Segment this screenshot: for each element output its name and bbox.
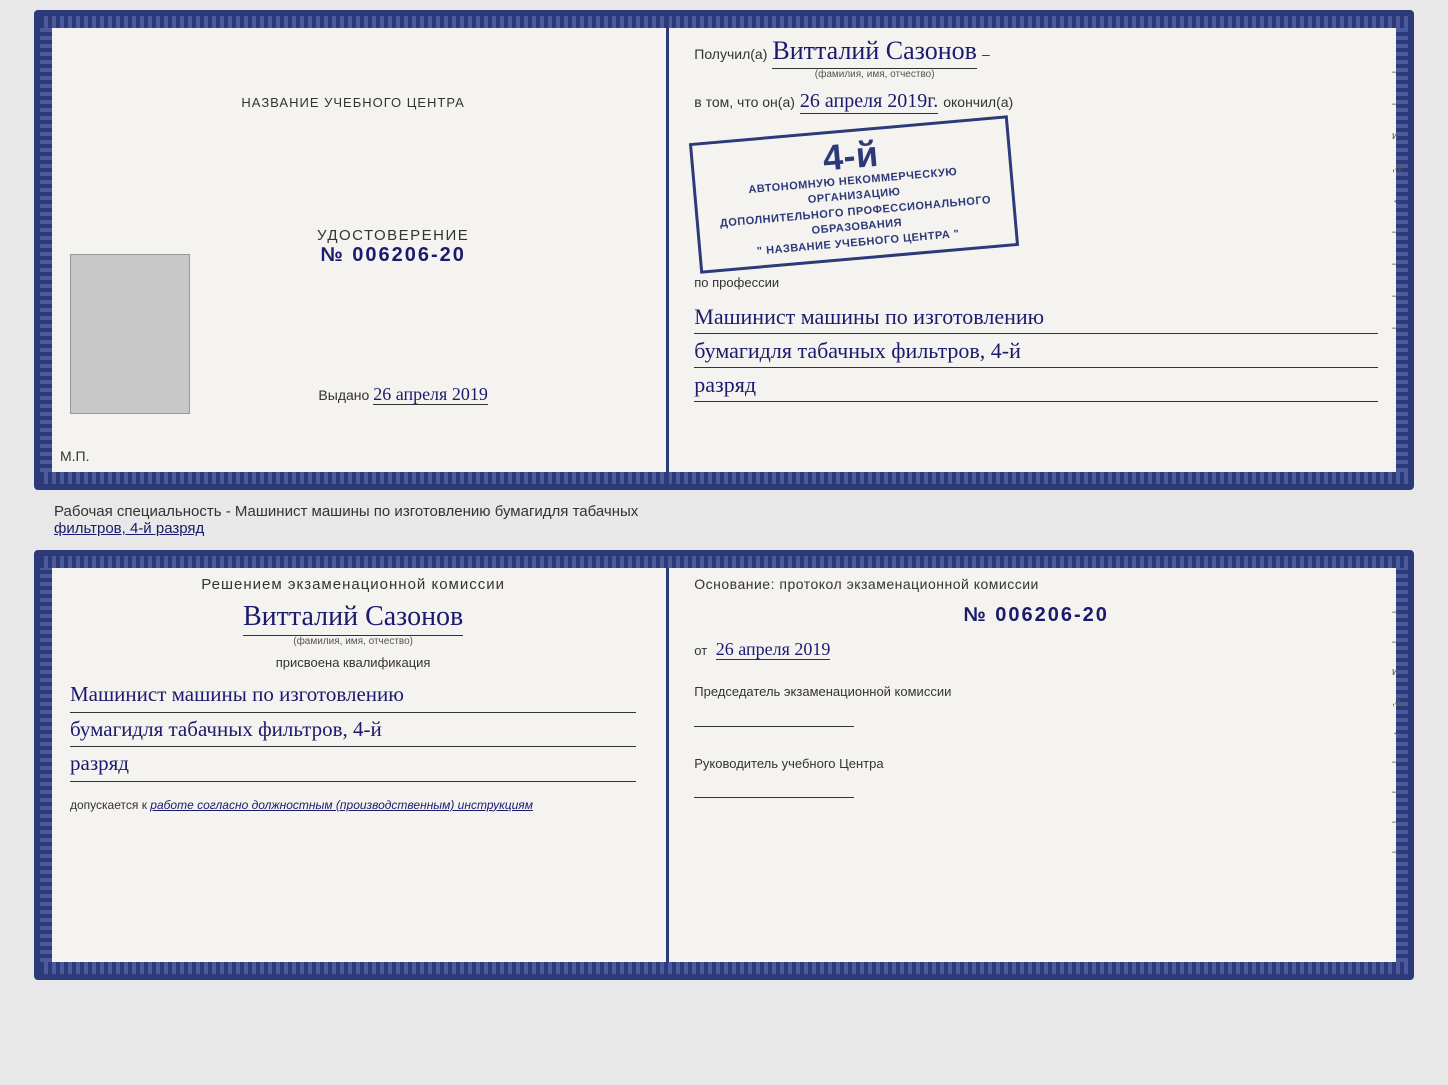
bottom-recipient-section: Витталий Сазонов (фамилия, имя, отчество…: [70, 601, 636, 647]
bottom-left-panel: Решением экзаменационной комиссии Виттал…: [40, 556, 669, 974]
ot-date: 26 апреля 2019: [716, 639, 831, 660]
rukovoditel-signature-line: [694, 778, 854, 798]
vydano-date: 26 апреля 2019: [373, 384, 488, 405]
bottom-diploma: Решением экзаменационной комиссии Виттал…: [34, 550, 1414, 980]
fio-label: (фамилия, имя, отчество): [815, 69, 935, 80]
recipient-name: Витталий Сазонов: [772, 36, 977, 69]
dash-separator: –: [982, 46, 990, 62]
vydano-line: Выдано 26 апреля 2019: [318, 384, 487, 405]
udostoverenie-title: УДОСТОВЕРЕНИЕ: [317, 227, 469, 244]
specialty-line2: фильтров, 4-й разряд: [54, 520, 1394, 537]
bottom-profession-line2: бумагидля табачных фильтров, 4-й: [70, 713, 636, 748]
specialty-line1: Рабочая специальность - Машинист машины …: [54, 503, 1394, 520]
photo-placeholder: [70, 254, 190, 414]
predsedatel-title: Председатель экзаменационной комиссии: [694, 682, 1378, 702]
bottom-profession-line3: разряд: [70, 747, 636, 782]
bottom-profession-line1: Машинист машины по изготовлению: [70, 678, 636, 713]
rukovoditel-title: Руководитель учебного Центра: [694, 754, 1378, 774]
diploma-left-panel: НАЗВАНИЕ УЧЕБНОГО ЦЕНТРА УДОСТОВЕРЕНИЕ №…: [40, 16, 669, 484]
okonchil-label: окончил(а): [943, 94, 1013, 110]
mp-label: М.П.: [60, 448, 90, 464]
ot-prefix: от: [694, 643, 707, 658]
vtom-label: в том, что он(а): [694, 94, 795, 110]
dopuskaetsya-line: допускается к работе согласно должностны…: [70, 798, 636, 812]
side-marks: – – и ,а ← – – – –: [1392, 66, 1403, 334]
profession-block: Машинист машины по изготовлению бумагидл…: [694, 300, 1378, 402]
protocol-number: № 006206-20: [694, 604, 1378, 627]
poluchil-label: Получил(а): [694, 46, 767, 62]
org-name-label: НАЗВАНИЕ УЧЕБНОГО ЦЕНТРА: [241, 95, 464, 110]
udostoverenie-number: № 006206-20: [317, 244, 469, 267]
profession-line3: разряд: [694, 368, 1378, 402]
profession-line1: Машинист машины по изготовлению: [694, 300, 1378, 334]
vtom-date: 26 апреля 2019г.: [800, 90, 938, 114]
top-diploma: НАЗВАНИЕ УЧЕБНОГО ЦЕНТРА УДОСТОВЕРЕНИЕ №…: [34, 10, 1414, 490]
profession-line2: бумагидля табачных фильтров, 4-й: [694, 334, 1378, 368]
ot-line: от 26 апреля 2019: [694, 639, 1378, 660]
udostoverenie-section: УДОСТОВЕРЕНИЕ № 006206-20: [317, 227, 469, 267]
bottom-border-left: [40, 556, 52, 974]
predsedatel-signature-line: [694, 707, 854, 727]
predsedatel-section: Председатель экзаменационной комиссии: [694, 682, 1378, 727]
bottom-side-marks: – – и ,а ← – – – –: [1392, 606, 1403, 858]
bottom-right-panel: Основание: протокол экзаменационной коми…: [669, 556, 1408, 974]
bottom-profession-block: Машинист машины по изготовлению бумагидл…: [70, 678, 636, 782]
bottom-border-bottom: [40, 962, 1408, 974]
bottom-recipient-name: Витталий Сазонов: [243, 601, 463, 636]
diploma-right-panel: Получил(а) Витталий Сазонов (фамилия, им…: [669, 16, 1408, 484]
bottom-border-top: [40, 556, 1408, 568]
stamp-box: 4-й АВТОНОМНУЮ НЕКОММЕРЧЕСКУЮ ОРГАНИЗАЦИ…: [689, 115, 1019, 273]
dopusk-value: работе согласно должностным (производств…: [150, 798, 533, 812]
vydano-label: Выдано: [318, 387, 369, 403]
bottom-fio-label: (фамилия, имя, отчество): [293, 636, 413, 647]
dopuskaetsya-label: допускается к: [70, 798, 147, 812]
komissia-title: Решением экзаменационной комиссии: [70, 576, 636, 593]
prisvoena-line: присвоена квалификация: [70, 655, 636, 670]
rukovoditel-section: Руководитель учебного Центра: [694, 739, 1378, 799]
vtom-line: в том, что он(а) 26 апреля 2019г. окончи…: [694, 90, 1378, 114]
poluchil-line: Получил(а) Витталий Сазонов (фамилия, им…: [694, 36, 1378, 80]
po-professii: по профессии: [694, 275, 1378, 290]
osnovanie-title: Основание: протокол экзаменационной коми…: [694, 576, 1378, 592]
specialty-text-section: Рабочая специальность - Машинист машины …: [34, 498, 1414, 542]
